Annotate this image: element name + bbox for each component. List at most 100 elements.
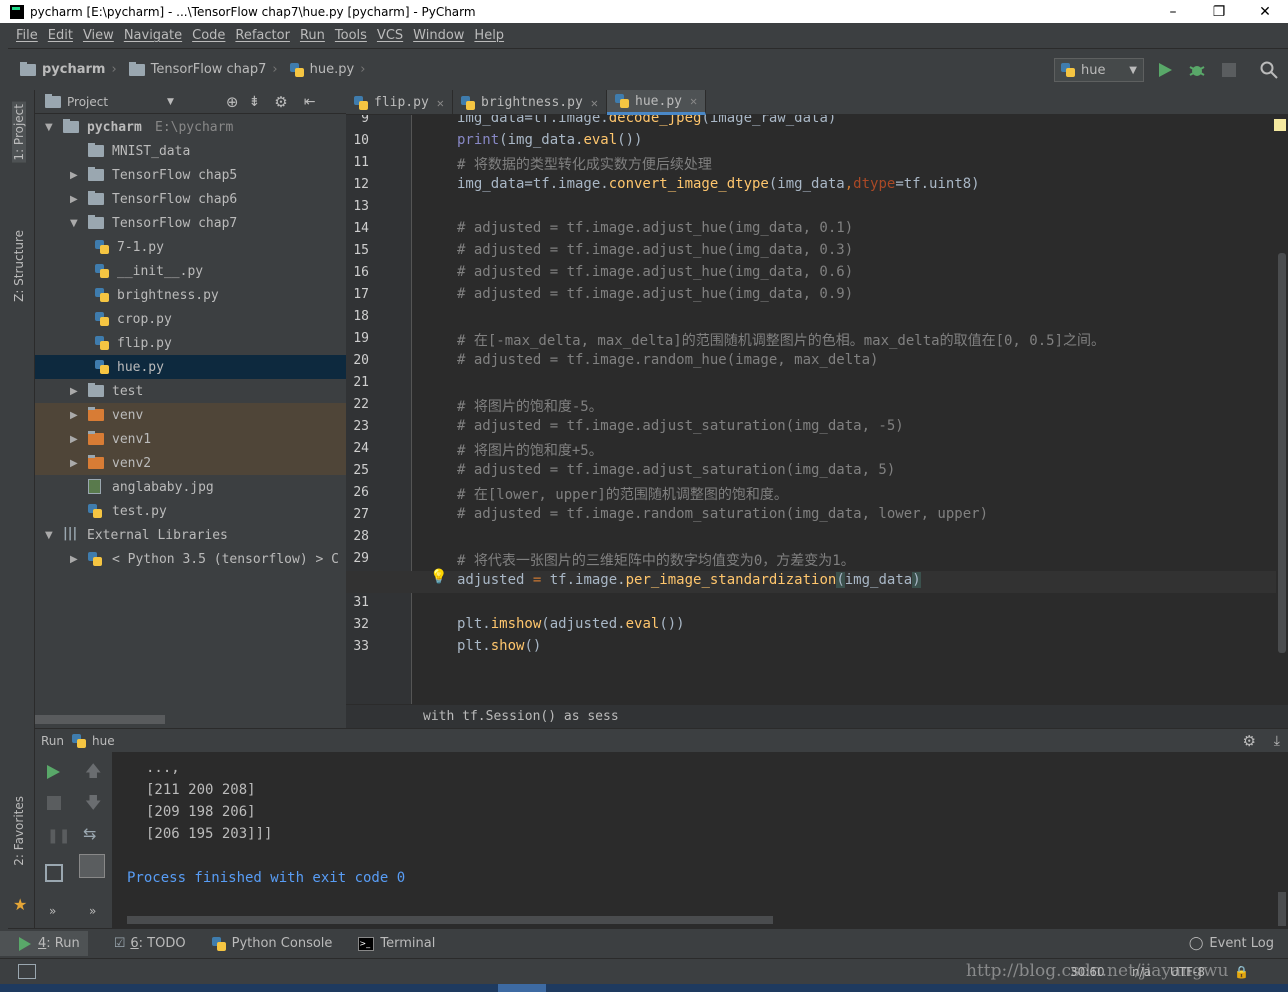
chevron-down-icon[interactable]: ▼ [45,530,53,541]
menu-navigate[interactable]: Navigate [124,28,182,43]
project-view-select[interactable]: Project [67,95,167,109]
breadcrumb-folder[interactable]: TensorFlow chap7 › [128,61,278,77]
tree-item[interactable]: brightness.py [35,283,346,307]
code-line[interactable]: # adjusted = tf.image.random_saturation(… [457,506,988,522]
stop-button[interactable] [1217,58,1241,82]
editor-breadcrumb[interactable]: with tf.Session() as sess [346,704,1288,728]
tree-item[interactable]: MNIST_data [35,139,346,163]
run-configuration-select[interactable]: hue ▼ [1054,58,1144,82]
tree-item[interactable]: ▶ < Python 3.5 (tensorflow) > C [35,547,346,571]
code-line[interactable]: print(img_data.eval()) [457,132,642,148]
menu-edit[interactable]: Edit [48,28,73,43]
editor-tab[interactable]: hue.py ✕ [607,90,707,115]
tree-item[interactable]: ▼ pycharm E:\pycharm [35,115,346,139]
tree-item[interactable]: 7-1.py [35,235,346,259]
lock-icon[interactable]: 🔒 [1234,965,1249,979]
stop-icon[interactable] [47,796,61,810]
code-line[interactable]: # adjusted = tf.image.adjust_hue(img_dat… [457,242,853,258]
tree-item[interactable]: ▶ venv1 [35,427,346,451]
close-tab-icon[interactable]: ✕ [437,96,444,110]
menu-window[interactable]: Window [413,28,464,43]
code-line[interactable]: plt.imshow(adjusted.eval()) [457,616,685,632]
editor-tab[interactable]: brightness.py ✕ [453,90,608,115]
more-icon[interactable]: » [49,904,56,918]
tree-item[interactable]: ▶ venv2 [35,451,346,475]
tree-horizontal-scrollbar[interactable] [35,715,165,724]
chevron-down-icon[interactable]: ▼ [70,218,78,229]
gear-icon[interactable]: ⚙ [274,93,287,111]
chevron-right-icon[interactable]: ▶ [70,194,78,205]
console-horizontal-scrollbar[interactable] [127,916,773,924]
code-line[interactable]: # adjusted = tf.image.adjust_hue(img_dat… [457,264,853,280]
tree-item[interactable]: ▼ TensorFlow chap7 [35,211,346,235]
menu-tools[interactable]: Tools [335,28,367,43]
chevron-right-icon[interactable]: ▶ [70,434,78,445]
menu-file[interactable]: File [16,28,38,43]
toggle-tool-windows-icon[interactable] [18,964,36,979]
menu-view[interactable]: View [83,28,114,43]
chevron-right-icon[interactable]: ▶ [70,458,78,469]
tree-item[interactable]: ▼ ||| External Libraries [35,523,346,547]
editor-scrollbar[interactable] [1278,253,1286,653]
code-line[interactable]: # 将图片的饱和度+5。 [457,440,603,460]
run-config-name[interactable]: hue [92,734,115,748]
event-log-button[interactable]: ◯ Event Log [1189,936,1274,951]
chevron-right-icon[interactable]: ▶ [70,386,78,397]
tree-item[interactable]: ▶ test [35,379,346,403]
minimize-button[interactable]: – [1150,4,1196,20]
code-line[interactable]: # adjusted = tf.image.adjust_saturation(… [457,462,895,478]
close-tab-icon[interactable]: ✕ [591,96,598,110]
favorites-tool-tab[interactable]: 2: Favorites [12,796,26,866]
menu-vcs[interactable]: VCS [377,28,403,43]
code-line[interactable]: # 在[-max_delta, max_delta]的范围随机调整图片的色相。m… [457,330,1105,350]
tree-item[interactable]: anglababy.jpg [35,475,346,499]
chevron-right-icon[interactable]: ▶ [70,170,78,181]
code-line[interactable]: img_data=tf.image.decode_jpeg(image_raw_… [457,115,836,126]
tree-item[interactable]: hue.py [35,355,346,379]
tab-todo[interactable]: ☑ 6: TODO [114,936,186,951]
chevron-right-icon[interactable]: ▶ [70,554,78,565]
run-button[interactable] [1153,58,1177,82]
layout-icon[interactable] [45,864,63,882]
tab-python-console[interactable]: Python Console [211,936,332,951]
chevron-down-icon[interactable]: ▼ [45,122,53,133]
menu-code[interactable]: Code [192,28,225,43]
down-arrow-icon[interactable]: 🡇 [85,792,101,819]
console-vertical-scrollbar[interactable] [1278,892,1286,926]
hide-panel-icon[interactable]: ⤓ [1274,733,1280,749]
gear-icon[interactable]: ⚙ [1243,732,1256,750]
rerun-icon[interactable] [45,764,61,780]
project-tool-tab[interactable]: 1: Project [12,102,26,163]
editor-tab[interactable]: flip.py ✕ [346,90,454,115]
up-arrow-icon[interactable]: 🡅 [85,760,101,787]
code-line[interactable]: img_data=tf.image.convert_image_dtype(im… [457,176,980,192]
tree-item[interactable]: ▶ venv [35,403,346,427]
tree-item[interactable]: ▶ TensorFlow chap6 [35,187,346,211]
maximize-button[interactable]: ❐ [1196,4,1242,20]
scroll-to-end-icon[interactable] [79,854,105,878]
debug-button[interactable] [1185,58,1209,82]
breadcrumb-file[interactable]: hue.py › [289,62,365,77]
code-line[interactable]: # adjusted = tf.image.random_hue(image, … [457,352,878,368]
intention-bulb-icon[interactable]: 💡 [430,569,447,585]
more-icon[interactable]: » [89,904,96,918]
soft-wrap-icon[interactable]: ⇆ [83,824,96,843]
menu-run[interactable]: Run [300,28,325,43]
run-console-output[interactable]: ..., [211 200 208] [209 198 206] [206 19… [113,752,1288,928]
tab-run[interactable]: 4: Run [0,931,88,956]
tree-item[interactable]: crop.py [35,307,346,331]
breadcrumb-project[interactable]: pycharm › [20,61,117,77]
code-line[interactable]: # 将图片的饱和度-5。 [457,396,603,416]
code-line[interactable]: # 将代表一张图片的三维矩阵中的数字均值变为0，方差变为1。 [457,550,855,570]
tree-item[interactable]: ▶ TensorFlow chap5 [35,163,346,187]
tree-item[interactable]: flip.py [35,331,346,355]
code-line[interactable]: plt.show() [457,638,541,654]
code-line[interactable]: adjusted = tf.image.per_image_standardiz… [457,572,921,588]
code-line[interactable]: # 将数据的类型转化成实数方便后续处理 [457,154,712,174]
close-button[interactable]: ✕ [1242,4,1288,20]
pause-icon[interactable]: ❚❚ [47,828,70,844]
code-editor[interactable]: 9 10 11 12 13 14 15 16 17 18 19 20 21 22 23 24 25 26 27 28 2… [346,115,1288,704]
menu-refactor[interactable]: Refactor [235,28,290,43]
chevron-right-icon[interactable]: ▶ [70,410,78,421]
close-tab-icon[interactable]: ✕ [690,94,697,108]
